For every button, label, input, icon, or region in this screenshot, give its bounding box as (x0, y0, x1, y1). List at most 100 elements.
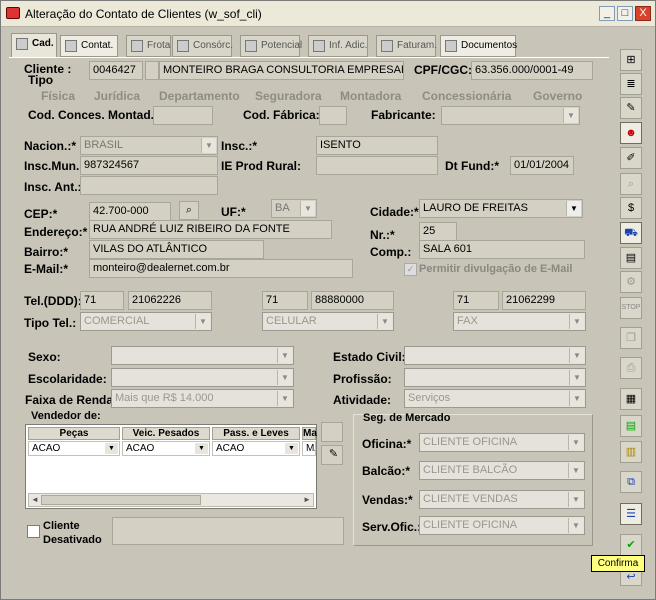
balcao-select[interactable]: CLIENTE BALCÃO ▼ (419, 461, 585, 480)
ie-prod-label: IE Prod Rural: (221, 159, 302, 173)
tipo-montadora[interactable]: Montadora (340, 89, 401, 103)
tab-contat[interactable]: Contat. (60, 35, 118, 57)
tipo-departamento[interactable]: Departamento (159, 89, 240, 103)
cpf-field: 63.356.000/0001-49 (471, 61, 593, 80)
tipo-governo[interactable]: Governo (533, 89, 582, 103)
scroll-thumb[interactable] (41, 495, 201, 505)
tipo-tel2-select[interactable]: CELULAR ▼ (262, 312, 394, 331)
tab-label: Potencial (261, 40, 303, 51)
serv-ofic-select[interactable]: CLIENTE OFICINA ▼ (419, 516, 585, 535)
search-icon[interactable] (145, 61, 159, 80)
vendas-select[interactable]: CLIENTE VENDAS ▼ (419, 490, 585, 509)
estado-civil-select[interactable]: ▼ (404, 346, 586, 365)
cliente-desativado-checkbox[interactable] (27, 525, 40, 538)
faixa-select[interactable]: Mais que R$ 14.000 ▼ (111, 389, 294, 408)
tab-consorc[interactable]: Consórc. (172, 35, 233, 57)
transfer-icon[interactable]: ⧉ (620, 471, 642, 493)
cod-conces-field[interactable] (153, 106, 213, 125)
tab-documentos[interactable]: Documentos (440, 35, 518, 57)
endereco-field[interactable]: RUA ANDRÉ LUIZ RIBEIRO DA FONTE (89, 220, 332, 239)
list-icon[interactable]: ☰ (620, 503, 642, 525)
tipo-fisica[interactable]: Física (41, 89, 75, 103)
phone1-number[interactable]: 21062226 (128, 291, 212, 310)
tipo-tel1-select[interactable]: COMERCIAL ▼ (80, 312, 212, 331)
ie-prod-field[interactable] (316, 156, 438, 175)
calculator-icon[interactable]: ▦ (620, 388, 642, 410)
escolaridade-select[interactable]: ▼ (111, 368, 294, 387)
phone2-number[interactable]: 88880000 (311, 291, 394, 310)
sexo-select[interactable]: ▼ (111, 346, 294, 365)
phone2-ddd[interactable]: 71 (262, 291, 308, 310)
profissao-label: Profissão: (333, 372, 392, 386)
desativado-field[interactable] (112, 517, 344, 545)
grid-cell[interactable]: ACAO ▼ (122, 441, 210, 456)
tipo-concessionaria[interactable]: Concessionária (422, 89, 511, 103)
stop-icon[interactable]: STOP (620, 297, 642, 319)
bairro-field[interactable]: VILAS DO ATLÂNTICO (89, 240, 264, 259)
settings-icon[interactable]: ⚙ (620, 271, 642, 293)
notes-icon[interactable]: ▥ (620, 441, 642, 463)
phone3-number[interactable]: 21062299 (502, 291, 586, 310)
money-icon[interactable]: $ (620, 197, 642, 219)
tab-inf-adic[interactable]: Inf. Adic. (308, 35, 368, 57)
grid-edit-icon[interactable]: ≣ (620, 73, 642, 95)
nr-field[interactable]: 25 (419, 222, 457, 241)
email-field[interactable]: monteiro@dealernet.com.br (89, 259, 353, 278)
tab-cad[interactable]: Cad. (11, 33, 57, 58)
dt-fund-field[interactable]: 01/01/2004 (510, 156, 574, 175)
scroll-right-icon[interactable]: ► (301, 494, 313, 506)
atividade-select[interactable]: Serviços ▼ (404, 389, 586, 408)
oficina-select[interactable]: CLIENTE OFICINA ▼ (419, 433, 585, 452)
phone3-ddd[interactable]: 71 (453, 291, 499, 310)
copy-icon[interactable]: ❐ (620, 327, 642, 349)
fabricante-select[interactable]: ▼ (441, 106, 580, 125)
tipo-seguradora[interactable]: Seguradora (255, 89, 322, 103)
insc-mun-field[interactable]: 987324567 (80, 156, 218, 175)
tipo-juridica[interactable]: Jurídica (94, 89, 140, 103)
insc-label: Insc.:* (221, 139, 258, 153)
tipo-tel3-select[interactable]: FAX ▼ (453, 312, 586, 331)
grid-cell[interactable]: MA (302, 441, 316, 456)
cidade-select[interactable]: LAURO DE FREITAS ▼ (419, 199, 583, 218)
close-button[interactable]: X (635, 6, 651, 21)
tab-faturam[interactable]: Faturam. (376, 35, 437, 57)
erase-icon[interactable]: ✐ (620, 147, 642, 169)
print-icon[interactable]: ⎙ (620, 357, 642, 379)
grid-delete-icon[interactable]: ✎ (321, 445, 343, 465)
preview-icon[interactable]: ⌕ (620, 173, 642, 195)
chevron-down-icon: ▼ (563, 108, 578, 123)
uf-select[interactable]: BA ▼ (271, 199, 317, 218)
tab-potencial[interactable]: Potencial (240, 35, 303, 57)
grid-cell[interactable]: ACAO ▼ (212, 441, 300, 456)
cep-field[interactable]: 42.700-000 (89, 202, 171, 221)
edit-icon[interactable]: ✎ (620, 97, 642, 119)
grid-cell[interactable]: ACAO ▼ (28, 441, 120, 456)
car-icon[interactable]: ⛟ (620, 222, 642, 244)
confirm-icon[interactable]: ✔ (620, 534, 642, 556)
grid-add-icon[interactable] (321, 422, 343, 442)
scroll-left-icon[interactable]: ◄ (29, 494, 41, 506)
nacion-select[interactable]: BRASIL ▼ (80, 136, 218, 155)
insc-ant-field[interactable] (80, 176, 218, 195)
grid-add-icon[interactable]: ⊞ (620, 49, 642, 71)
minimize-button[interactable]: _ (599, 6, 615, 21)
chevron-down-icon: ▼ (377, 314, 392, 329)
oficina-value: CLIENTE OFICINA (423, 436, 518, 448)
cep-label: CEP:* (24, 207, 58, 221)
profissao-select[interactable]: ▼ (404, 368, 586, 387)
tab-label: Documentos (461, 40, 518, 51)
permitir-checkbox[interactable]: ✓ (404, 263, 417, 276)
insc-field[interactable]: ISENTO (316, 136, 438, 155)
report-icon[interactable]: ▤ (620, 415, 642, 437)
phone1-ddd[interactable]: 71 (80, 291, 124, 310)
cod-fabrica-field[interactable] (319, 106, 347, 125)
document-icon[interactable]: ▤ (620, 247, 642, 269)
maximize-button[interactable]: □ (617, 6, 633, 21)
grid-scrollbar[interactable]: ◄ ► (28, 493, 314, 507)
tab-frota[interactable]: Frota (126, 35, 171, 57)
cep-search-icon[interactable]: ⌕ (179, 201, 199, 220)
serv-ofic-value: CLIENTE OFICINA (423, 519, 518, 531)
chevron-down-icon: ▼ (277, 370, 292, 385)
user-icon[interactable]: ☻ (620, 122, 642, 144)
comp-field[interactable]: SALA 601 (419, 240, 585, 259)
